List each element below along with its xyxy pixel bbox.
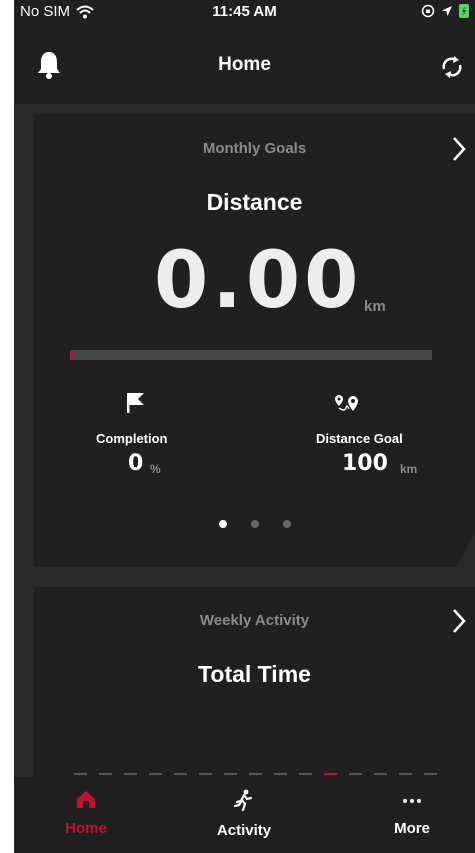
runner-icon [233, 789, 253, 812]
card-heading: Total Time [198, 661, 311, 687]
status-time: 11:45 AM [212, 3, 277, 20]
distance-unit: km [364, 298, 386, 315]
goal-progress-fill [70, 350, 73, 360]
app-screen: No SIM 11:45 AM Home Monthly Goals Dista… [14, 0, 475, 853]
page-title: Home [218, 54, 271, 75]
home-icon [77, 791, 95, 808]
flag-icon [127, 393, 144, 413]
tab-bar: Home Activity More [14, 777, 475, 853]
completion-unit: % [150, 462, 161, 476]
tab-home-label: Home [65, 820, 107, 837]
status-bar: No SIM 11:45 AM [14, 0, 475, 26]
battery-icon [459, 4, 469, 18]
distance-value: 0.00 [154, 236, 363, 326]
weekly-activity-card[interactable]: Weekly Activity Total Time [34, 587, 475, 787]
nav-bar: Home [14, 26, 475, 104]
sync-icon[interactable] [439, 54, 465, 80]
card-heading: Distance [206, 189, 303, 215]
card-subtitle: Monthly Goals [202, 140, 307, 157]
page-dot[interactable] [218, 520, 227, 528]
completion-label: Completion [96, 431, 168, 446]
completion-value: 0 [128, 451, 144, 476]
tab-more-label: More [394, 820, 430, 837]
activity-chart-baseline [74, 773, 444, 775]
route-icon [335, 395, 358, 411]
orientation-lock-icon [421, 4, 435, 18]
status-right [421, 3, 469, 19]
chevron-right-icon[interactable] [451, 136, 467, 162]
tab-more[interactable]: More [352, 789, 472, 837]
more-icon [403, 799, 421, 803]
tab-home[interactable]: Home [26, 789, 146, 837]
tab-activity[interactable]: Activity [184, 789, 304, 839]
page-dot[interactable] [282, 520, 291, 528]
card-subtitle: Weekly Activity [199, 612, 310, 629]
page-indicator[interactable] [34, 520, 475, 528]
goal-progress-bar [70, 350, 432, 360]
distance-goal-unit: km [400, 462, 418, 476]
distance-goal-label: Distance Goal [316, 431, 403, 446]
tab-activity-label: Activity [216, 822, 272, 839]
monthly-goals-card[interactable]: Monthly Goals Distance 0.00 km Completio… [34, 114, 475, 567]
chevron-right-icon[interactable] [451, 608, 467, 634]
page-dot[interactable] [250, 520, 259, 528]
distance-goal-value: 100 [342, 451, 388, 476]
location-arrow-icon [442, 6, 452, 16]
